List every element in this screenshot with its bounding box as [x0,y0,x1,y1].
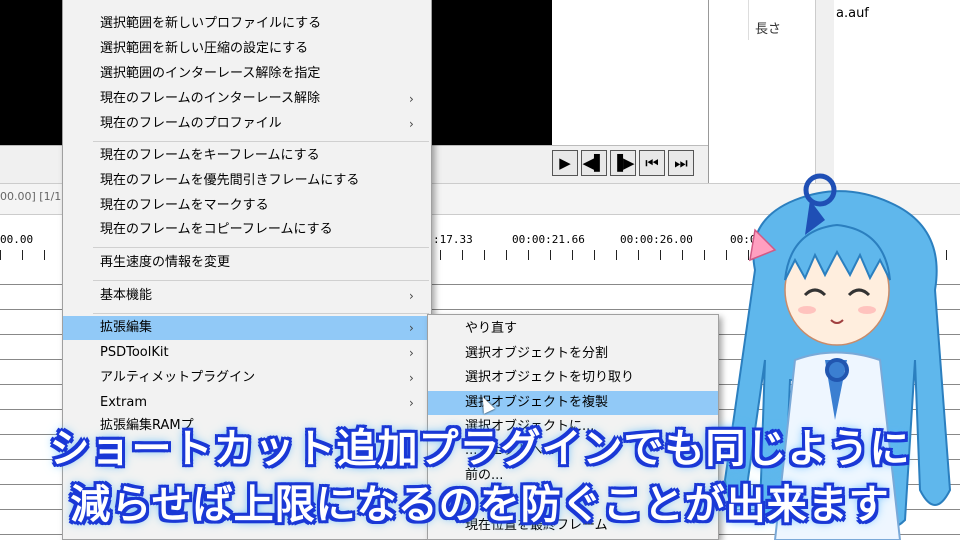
submenu-item-label: 選択オブジェクトを切り取り [465,370,635,385]
chevron-right-icon: › [409,321,414,335]
file-name[interactable]: a.auf [836,6,869,21]
transport-controls: ▶ ◀▌ ▐▶ ⏮ ⏭ [552,150,694,176]
submenu-item-cut[interactable]: 選択オブジェクトを切り取り [428,366,718,390]
menu-item-label: 現在のフレームを優先間引きフレームにする [100,173,360,188]
file-list-panel [708,0,960,183]
menu-item[interactable]: Extram › [63,391,431,415]
menu-item-label: 選択範囲を新しい圧縮の設定にする [100,41,309,56]
ruler-tick: 00.00 [0,233,34,246]
menu-item[interactable]: 現在のフレームのインターレース解除 › [63,87,431,111]
ruler-tick: 00:00:26.00 [620,233,693,246]
menu-item-extended-edit[interactable]: 拡張編集 › [63,316,431,340]
menu-item[interactable]: 選択範囲を新しい圧縮の設定にする [63,37,431,61]
next-frame-icon[interactable]: ▐▶ [610,150,636,176]
chevron-right-icon: › [409,346,414,360]
ruler-tick: 00:00:21.66 [512,233,585,246]
menu-item-label: PSDToolKit [100,345,169,360]
video-preview [0,0,62,145]
submenu-item-redo[interactable]: やり直す [428,317,718,341]
chevron-right-icon: › [409,371,414,385]
first-frame-icon[interactable]: ⏮ [639,150,665,176]
chevron-right-icon: › [409,289,414,303]
menu-item-label: 選択範囲を新しいプロファイルにする [100,16,322,31]
file-list-scrollbar[interactable] [815,0,834,183]
caption-line-1: ショートカット追加プラグインでも同じように [49,426,911,472]
menu-item[interactable]: 再生速度の情報を変更 [63,251,431,275]
menu-separator [93,247,429,248]
menu-item-label: 現在のフレームをコピーフレームにする [100,222,333,237]
menu-item[interactable]: アルティメットプラグイン › [63,366,431,390]
column-divider [748,0,749,40]
submenu-item-duplicate[interactable]: 選択オブジェクトを複製 [428,391,718,415]
menu-item-label: 現在のフレームのプロファイル [100,116,282,131]
menu-item-label: 基本機能 [100,288,153,303]
menu-item[interactable]: PSDToolKit › [63,341,431,365]
chevron-right-icon: › [409,92,414,106]
menu-item[interactable]: 現在のフレームをキーフレームにする [63,144,431,168]
menu-item[interactable]: 現在のフレームを優先間引きフレームにする [63,169,431,193]
menu-item[interactable]: 選択範囲のインターレース解除を指定 [63,62,431,86]
ruler-tick: :17.33 [433,233,473,246]
menu-item-label: 拡張編集 [100,320,153,335]
menu-item-label: Extram [100,395,147,410]
prev-frame-icon[interactable]: ◀▌ [581,150,607,176]
menu-separator [93,141,429,142]
timeline-position: 00.00] [1/1] [0,190,66,203]
column-header-length[interactable]: 長さ [755,18,781,37]
menu-item[interactable]: 基本機能 › [63,284,431,308]
menu-item[interactable]: 選択範囲を新しいプロファイルにする [63,12,431,36]
menu-item-label: 再生速度の情報を変更 [100,255,231,270]
menu-item-label: アルティメットプラグイン [100,370,256,385]
menu-item-label: 現在のフレームをキーフレームにする [100,148,320,163]
menu-item-label: 現在のフレームをマークする [100,198,269,213]
menu-item-label: 選択範囲のインターレース解除を指定 [100,66,321,81]
last-frame-icon[interactable]: ⏭ [668,150,694,176]
play-icon[interactable]: ▶ [552,150,578,176]
menu-separator [93,280,429,281]
submenu-item-label: 選択オブジェクトを分割 [465,346,609,361]
video-preview-area [432,0,552,145]
caption-line-2: 減らせば上限になるのを防ぐことが出来ます [70,482,890,528]
chevron-right-icon: › [409,396,414,410]
menu-item[interactable]: 現在のフレームをコピーフレームにする [63,218,431,242]
menu-separator [93,313,429,314]
chevron-right-icon: › [409,117,414,131]
submenu-item-split[interactable]: 選択オブジェクトを分割 [428,342,718,366]
menu-item-label: 現在のフレームのインターレース解除 [100,91,320,106]
submenu-item-label: やり直す [465,321,518,336]
menu-item[interactable]: 現在のフレームをマークする [63,194,431,218]
preview-toolbar-left [0,145,62,184]
menu-item[interactable]: 現在のフレームのプロファイル › [63,112,431,136]
